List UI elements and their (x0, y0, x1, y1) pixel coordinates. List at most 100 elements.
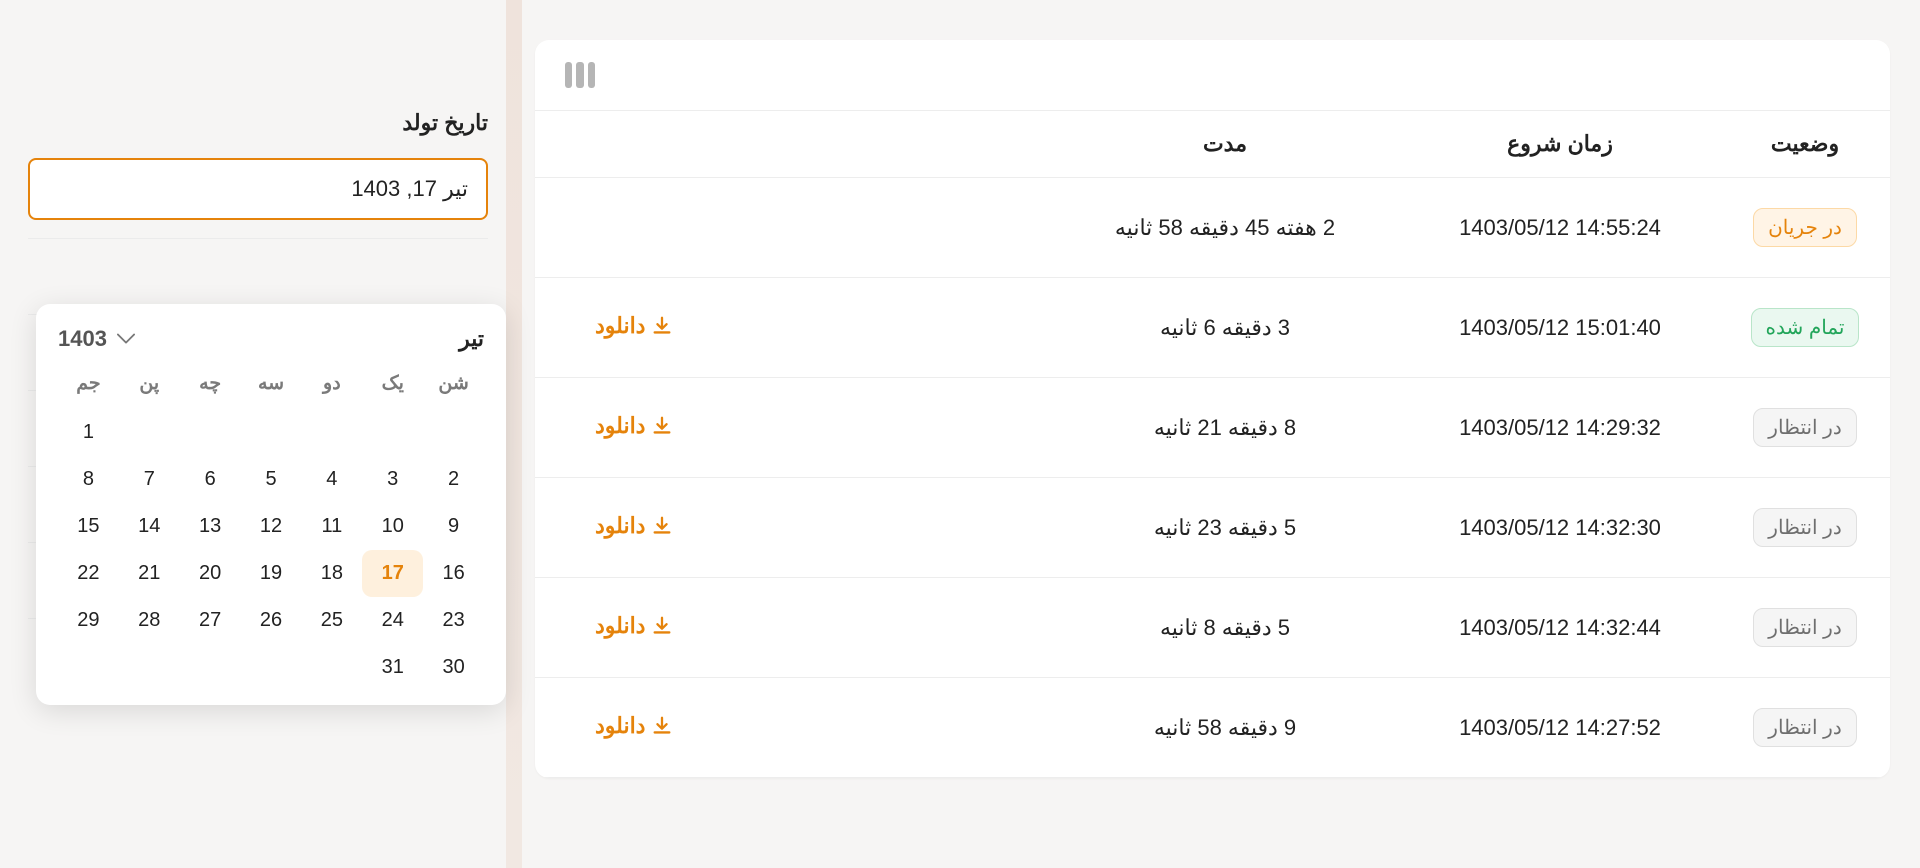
datepicker-day[interactable]: 12 (241, 503, 302, 550)
cell-download: دانلود (535, 413, 1050, 443)
datepicker-row: 3031 (58, 644, 484, 691)
col-header-download (535, 131, 1050, 157)
cell-duration: 8 دقیقه 21 ثانیه (1050, 415, 1400, 441)
datepicker-empty (241, 409, 302, 456)
datepicker-day[interactable]: 9 (423, 503, 484, 550)
datepicker-row: 2345678 (58, 456, 484, 503)
status-badge: در انتظار (1753, 508, 1856, 547)
table-header-row: وضعیت زمان شروع مدت (535, 111, 1890, 178)
cell-status: در انتظار (1720, 708, 1890, 747)
table-body: در جریان1403/05/12 14:55:242 هفته 45 دقی… (535, 178, 1890, 778)
card-header (535, 40, 1890, 111)
cell-start-time: 1403/05/12 15:01:40 (1400, 315, 1720, 341)
download-icon (651, 415, 673, 437)
datepicker-day[interactable]: 17 (362, 550, 423, 597)
datepicker-day[interactable]: 10 (362, 503, 423, 550)
datepicker-day[interactable]: 29 (58, 597, 119, 644)
birthdate-label: تاریخ تولد (28, 110, 488, 136)
weekday-label: یک (362, 366, 423, 401)
cell-start-time: 1403/05/12 14:55:24 (1400, 215, 1720, 241)
table-row: در انتظار 1403/05/12 14:27:529 دقیقه 58 ث… (535, 678, 1890, 778)
datepicker-empty (362, 409, 423, 456)
datepicker-day[interactable]: 3 (362, 456, 423, 503)
datepicker-day[interactable]: 18 (301, 550, 362, 597)
jobs-card: وضعیت زمان شروع مدت در جریان1403/05/12 1… (535, 40, 1890, 778)
cell-duration: 5 دقیقه 23 ثانیه (1050, 515, 1400, 541)
status-badge: در انتظار (1753, 408, 1856, 447)
datepicker-day[interactable]: 31 (362, 644, 423, 691)
datepicker-popup: تیر 1403 شنیکدوسهچهپنجم 1234567891011121… (36, 304, 506, 705)
cell-start-time: 1403/05/12 14:32:44 (1400, 615, 1720, 641)
table-row: تمام شده1403/05/12 15:01:403 دقیقه 6 ثان… (535, 278, 1890, 378)
download-button[interactable]: دانلود (595, 313, 673, 339)
cell-start-time: 1403/05/12 14:27:52 (1400, 715, 1720, 741)
decorative-strip (506, 0, 522, 868)
datepicker-empty (241, 644, 302, 691)
download-icon (651, 715, 673, 737)
datepicker-empty (301, 644, 362, 691)
datepicker-day[interactable]: 8 (58, 456, 119, 503)
cell-duration: 5 دقیقه 8 ثانیه (1050, 615, 1400, 641)
cell-duration: 3 دقیقه 6 ثانیه (1050, 315, 1400, 341)
datepicker-month: تیر (459, 326, 484, 352)
cell-duration: 2 هفته 45 دقیقه 58 ثانیه (1050, 215, 1400, 241)
datepicker-day[interactable]: 24 (362, 597, 423, 644)
cell-start-time: 1403/05/12 14:32:30 (1400, 515, 1720, 541)
datepicker-empty (119, 644, 180, 691)
datepicker-empty (180, 409, 241, 456)
datepicker-day[interactable]: 20 (180, 550, 241, 597)
datepicker-grid: 1234567891011121314151617181920212223242… (58, 409, 484, 691)
datepicker-day[interactable]: 21 (119, 550, 180, 597)
datepicker-day[interactable]: 28 (119, 597, 180, 644)
datepicker-day[interactable]: 11 (301, 503, 362, 550)
datepicker-day[interactable]: 5 (241, 456, 302, 503)
birthdate-input[interactable] (28, 158, 488, 220)
col-header-status: وضعیت (1720, 131, 1890, 157)
cell-duration: 9 دقیقه 58 ثانیه (1050, 715, 1400, 741)
table-row: در انتظار1403/05/12 14:32:445 دقیقه 8 ثا… (535, 578, 1890, 678)
status-badge: در انتظار (1753, 708, 1856, 747)
datepicker-empty (180, 644, 241, 691)
datepicker-day[interactable]: 15 (58, 503, 119, 550)
datepicker-day[interactable]: 30 (423, 644, 484, 691)
datepicker-empty (301, 409, 362, 456)
table-row: در انتظار 1403/05/12 14:32:305 دقیقه 23 ث… (535, 478, 1890, 578)
download-button[interactable]: دانلود (595, 613, 673, 639)
datepicker-day[interactable]: 26 (241, 597, 302, 644)
datepicker-day[interactable]: 2 (423, 456, 484, 503)
datepicker-year: 1403 (58, 326, 107, 352)
download-button[interactable]: دانلود (595, 513, 673, 539)
datepicker-day[interactable]: 1 (58, 409, 119, 456)
datepicker-day[interactable]: 6 (180, 456, 241, 503)
datepicker-day[interactable]: 25 (301, 597, 362, 644)
columns-icon[interactable] (565, 62, 595, 88)
datepicker-day[interactable]: 7 (119, 456, 180, 503)
datepicker-row: 9101112131415 (58, 503, 484, 550)
col-header-start: زمان شروع (1400, 131, 1720, 157)
cell-status: در جریان (1720, 208, 1890, 247)
download-icon (651, 315, 673, 337)
datepicker-day[interactable]: 4 (301, 456, 362, 503)
table-row: در انتظار1403/05/12 14:29:328 دقیقه 21 ث… (535, 378, 1890, 478)
datepicker-day[interactable]: 14 (119, 503, 180, 550)
datepicker-empty (58, 644, 119, 691)
datepicker-day[interactable]: 23 (423, 597, 484, 644)
weekday-label: شن (423, 366, 484, 401)
weekday-label: جم (58, 366, 119, 401)
datepicker-row: 16171819202122 (58, 550, 484, 597)
datepicker-day[interactable]: 22 (58, 550, 119, 597)
weekday-label: دو (301, 366, 362, 401)
download-icon (651, 515, 673, 537)
datepicker-day[interactable]: 19 (241, 550, 302, 597)
datepicker-day[interactable]: 16 (423, 550, 484, 597)
cell-download: دانلود (535, 513, 1050, 543)
datepicker-day[interactable]: 13 (180, 503, 241, 550)
chevron-down-icon (117, 333, 135, 345)
download-button[interactable]: دانلود (595, 713, 673, 739)
download-icon (651, 615, 673, 637)
datepicker-empty (119, 409, 180, 456)
download-button[interactable]: دانلود (595, 413, 673, 439)
datepicker-year-select[interactable]: 1403 (58, 326, 135, 352)
cell-status: تمام شده (1720, 308, 1890, 347)
datepicker-day[interactable]: 27 (180, 597, 241, 644)
